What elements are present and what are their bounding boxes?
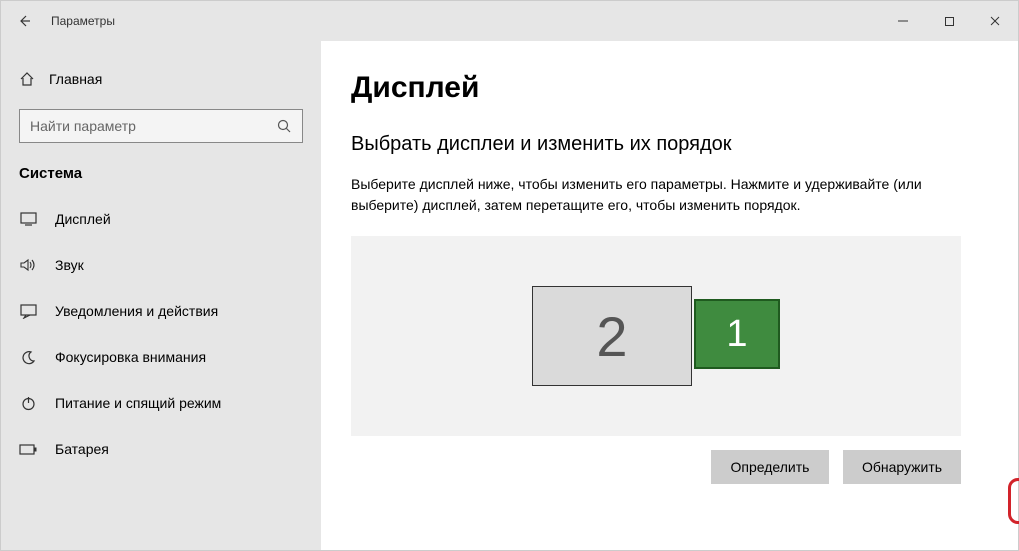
sidebar-item-focus[interactable]: Фокусировка внимания <box>1 334 321 380</box>
window-title: Параметры <box>47 14 115 28</box>
sidebar-item-label: Батарея <box>55 441 109 457</box>
back-button[interactable] <box>1 1 47 41</box>
close-button[interactable] <box>972 1 1018 41</box>
search-icon <box>277 119 292 134</box>
search-input[interactable] <box>19 109 303 143</box>
window-controls <box>880 1 1018 41</box>
highlight-annotation <box>1008 478 1019 524</box>
display-icon <box>19 210 37 228</box>
titlebar: Параметры <box>1 1 1018 41</box>
sidebar-item-notifications[interactable]: Уведомления и действия <box>1 288 321 334</box>
maximize-button[interactable] <box>926 1 972 41</box>
monitor-label: 2 <box>596 304 627 369</box>
identify-button[interactable]: Определить <box>711 450 829 484</box>
minimize-button[interactable] <box>880 1 926 41</box>
sidebar-item-label: Питание и спящий режим <box>55 395 221 411</box>
monitor-2[interactable]: 2 <box>532 286 692 386</box>
sidebar: Главная Система Дисплей Зв <box>1 41 321 550</box>
sound-icon <box>19 256 37 274</box>
home-label: Главная <box>49 71 102 87</box>
page-subtitle: Выбрать дисплеи и изменить их порядок <box>351 133 988 156</box>
main-content: Дисплей Выбрать дисплеи и изменить их по… <box>321 41 1018 550</box>
sidebar-item-label: Дисплей <box>55 211 111 227</box>
sidebar-item-battery[interactable]: Батарея <box>1 426 321 472</box>
section-title: Система <box>1 157 321 196</box>
detect-button[interactable]: Обнаружить <box>843 450 961 484</box>
nav-list: Дисплей Звук Уведомления и действия Фоку… <box>1 196 321 472</box>
moon-icon <box>19 348 37 366</box>
monitor-label: 1 <box>726 313 747 356</box>
home-link[interactable]: Главная <box>1 59 321 99</box>
search-field[interactable] <box>30 118 277 134</box>
sidebar-item-display[interactable]: Дисплей <box>1 196 321 242</box>
arrow-left-icon <box>16 13 32 29</box>
battery-icon <box>19 440 37 458</box>
page-description: Выберите дисплей ниже, чтобы изменить ег… <box>351 174 951 216</box>
page-title: Дисплей <box>351 71 988 105</box>
button-row: Определить Обнаружить <box>351 450 961 484</box>
sidebar-item-power[interactable]: Питание и спящий режим <box>1 380 321 426</box>
home-icon <box>19 71 35 87</box>
notifications-icon <box>19 302 37 320</box>
monitor-area: 2 1 <box>351 236 961 436</box>
power-icon <box>19 394 37 412</box>
sidebar-item-label: Звук <box>55 257 84 273</box>
sidebar-item-label: Фокусировка внимания <box>55 349 206 365</box>
sidebar-item-sound[interactable]: Звук <box>1 242 321 288</box>
monitor-1[interactable]: 1 <box>694 299 780 369</box>
sidebar-item-label: Уведомления и действия <box>55 303 218 319</box>
